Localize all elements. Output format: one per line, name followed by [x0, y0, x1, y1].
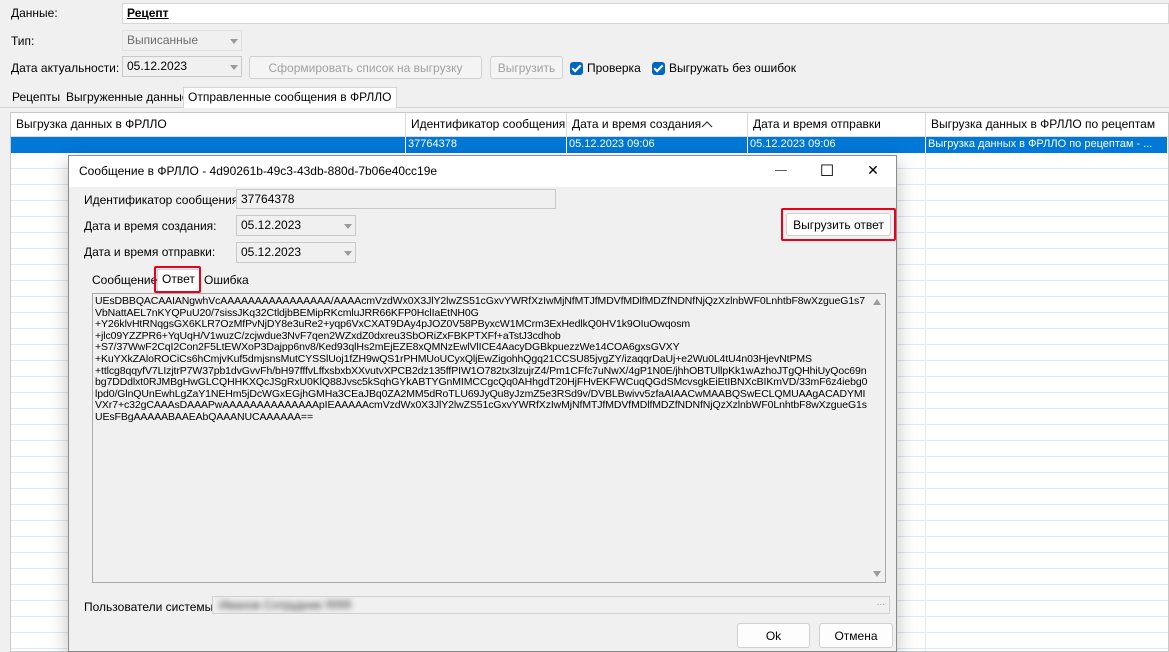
grid-column-divider	[925, 153, 926, 651]
ok-button[interactable]: Ok	[737, 623, 810, 648]
date-combo[interactable]: 05.12.2023	[122, 56, 242, 77]
data-label: Данные:	[11, 6, 58, 20]
close-icon[interactable]: ✕	[850, 156, 896, 187]
sent-combo[interactable]: 05.12.2023	[236, 242, 356, 263]
response-scrollbar[interactable]	[869, 294, 885, 582]
tab-recipes[interactable]: Рецепты	[8, 88, 64, 108]
sent-label: Дата и время отправки:	[84, 245, 216, 259]
users-field[interactable]: Иванов Сотрудник ЯЯЯ ...	[212, 596, 890, 614]
form-list-button[interactable]: Сформировать список на выгрузку	[249, 56, 482, 79]
date-combo-value: 05.12.2023	[127, 59, 188, 73]
date-label: Дата актуальности:	[11, 61, 120, 75]
no-errors-label: Выгружать без ошибок	[669, 61, 796, 75]
dialog-tab-error[interactable]: Ошибка	[200, 271, 253, 291]
message-id-field[interactable]: 37764378	[236, 189, 556, 209]
check-checkbox[interactable]	[570, 62, 583, 75]
selected-row-cell-upload[interactable]	[11, 137, 406, 153]
selected-row-cell-recipes[interactable]: Выгрузка данных в ФРЛЛО по рецептам - ..…	[926, 137, 1168, 153]
response-textarea[interactable]: UEsDBBQACAAIANgwhVcAAAAAAAAAAAAAAAA/AAAA…	[92, 293, 886, 583]
selected-row-cell-id[interactable]: 37764378	[406, 137, 567, 153]
column-header-upload[interactable]: Выгрузка данных в ФРЛЛО	[11, 113, 406, 137]
created-label: Дата и время создания:	[84, 219, 217, 233]
chevron-down-icon	[230, 64, 238, 70]
no-errors-checkbox[interactable]	[652, 62, 665, 75]
chevron-down-icon	[344, 223, 352, 229]
sent-combo-value: 05.12.2023	[241, 245, 302, 259]
column-header-recipes[interactable]: Выгрузка данных в ФРЛЛО по рецептам	[926, 113, 1168, 137]
type-combo[interactable]: Выписанные	[122, 30, 242, 51]
type-combo-value: Выписанные	[127, 33, 199, 47]
message-id-label: Идентификатор сообщения:	[84, 193, 242, 207]
message-dialog: Сообщение в ФРЛЛО - 4d90261b-49c3-43db-8…	[68, 155, 897, 652]
upload-button[interactable]: Выгрузить	[490, 56, 563, 79]
column-header-created[interactable]: Дата и время создания	[567, 113, 748, 137]
chevron-down-icon	[344, 250, 352, 256]
type-label: Тип:	[11, 34, 35, 48]
check-label: Проверка	[587, 61, 641, 75]
ellipsis-icon[interactable]: ...	[877, 597, 885, 608]
users-label: Пользователи системы:	[84, 600, 217, 614]
scroll-down-icon[interactable]	[873, 571, 881, 577]
response-text: UEsDBBQACAAIANgwhVcAAAAAAAAAAAAAAAA/AAAA…	[95, 295, 868, 423]
users-value: Иванов Сотрудник ЯЯЯ	[219, 598, 352, 612]
selected-row-cell-sent[interactable]: 05.12.2023 09:06	[748, 137, 926, 153]
selected-row-cell-created[interactable]: 05.12.2023 09:06	[567, 137, 748, 153]
export-answer-button[interactable]: Выгрузить ответ	[786, 213, 891, 236]
column-header-message-id[interactable]: Идентификатор сообщения...	[406, 113, 567, 137]
chevron-down-icon	[230, 38, 238, 44]
dialog-title: Сообщение в ФРЛЛО - 4d90261b-49c3-43db-8…	[79, 164, 438, 178]
dialog-titlebar[interactable]: Сообщение в ФРЛЛО - 4d90261b-49c3-43db-8…	[69, 156, 896, 187]
data-field[interactable]: Рецепт	[122, 3, 1169, 24]
scroll-up-icon[interactable]	[873, 299, 881, 305]
created-combo[interactable]: 05.12.2023	[236, 215, 356, 236]
data-field-value: Рецепт	[127, 6, 169, 20]
created-combo-value: 05.12.2023	[241, 218, 302, 232]
cancel-button[interactable]: Отмена	[819, 623, 893, 648]
maximize-icon[interactable]: ☐	[804, 156, 850, 187]
minimize-icon[interactable]: —	[758, 156, 804, 187]
column-header-created-label: Дата и время создания	[572, 117, 702, 131]
column-header-sent[interactable]: Дата и время отправки	[748, 113, 926, 137]
sort-ascending-icon	[701, 121, 713, 128]
tab-uploaded-data[interactable]: Выгруженные данные	[62, 88, 193, 108]
answer-tab-highlight	[154, 266, 201, 293]
tab-sent-messages[interactable]: Отправленные сообщения в ФРЛЛО	[183, 87, 397, 108]
dialog-tab-message[interactable]: Сообщение	[88, 271, 161, 291]
